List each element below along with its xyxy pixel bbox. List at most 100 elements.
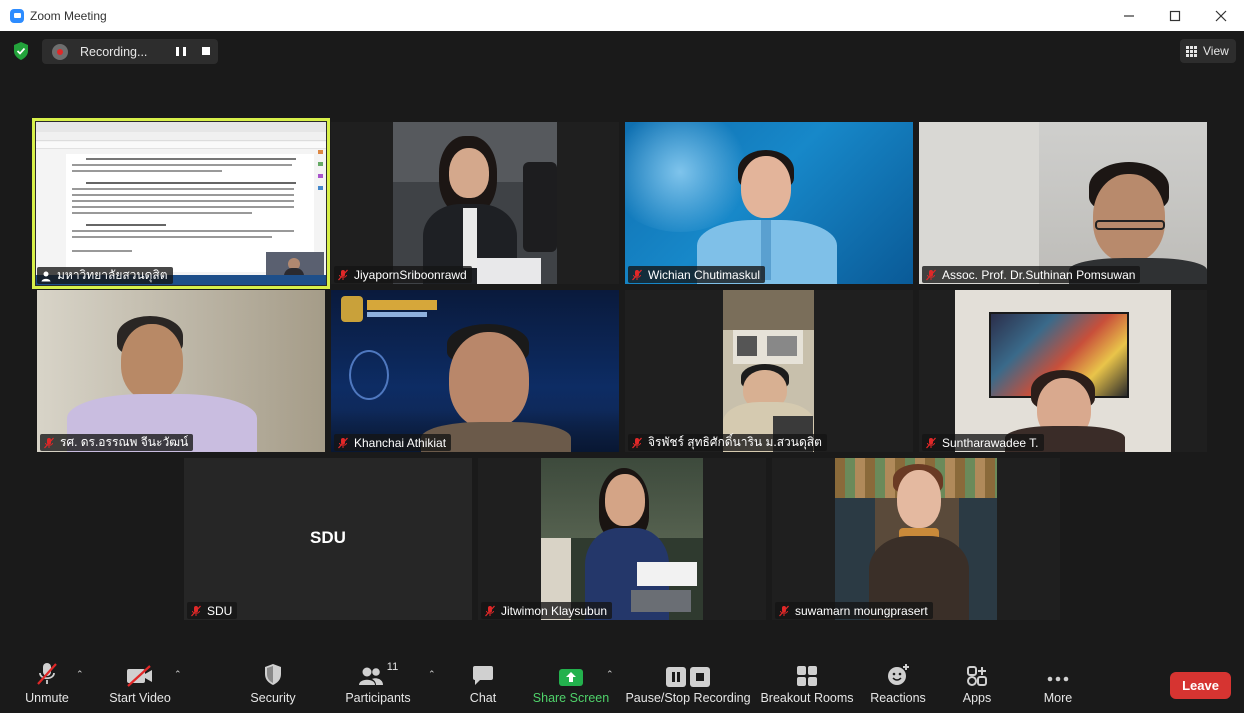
window-titlebar: Zoom Meeting <box>0 0 1244 31</box>
participant-video <box>37 290 325 452</box>
more-dots-icon <box>1047 676 1069 682</box>
participant-nameplate: Wichian Chutimaskul <box>628 266 766 283</box>
close-icon <box>1215 10 1227 21</box>
video-tile[interactable]: จิรพัชร์ สุทธิศักดิ์นาริน ม.สวนดุสิต <box>625 290 913 452</box>
video-tile[interactable]: Suntharawadee T. <box>919 290 1207 452</box>
video-tile[interactable]: รศ. ดร.อรรณพ จีนะวัฒน์ <box>37 290 325 452</box>
participant-name: รศ. ดร.อรรณพ จีนะวัฒน์ <box>60 435 189 449</box>
start-video-button[interactable]: Start Video <box>106 655 174 713</box>
muted-mic-icon <box>485 605 495 616</box>
participant-nameplate: Jitwimon Klaysubun <box>481 602 613 619</box>
leave-button[interactable]: Leave <box>1170 672 1231 699</box>
apps-button[interactable]: Apps <box>956 655 998 713</box>
pause-icon <box>666 667 686 687</box>
maximize-button[interactable] <box>1152 0 1198 31</box>
muted-mic-icon <box>926 437 936 448</box>
more-label: More <box>1043 691 1073 705</box>
participant-nameplate: Suntharawadee T. <box>922 434 1044 451</box>
chat-button[interactable]: Chat <box>462 655 504 713</box>
encryption-shield-icon[interactable] <box>12 41 30 61</box>
breakout-rooms-icon <box>797 666 817 686</box>
start-video-label: Start Video <box>109 691 171 705</box>
share-screen-button[interactable]: Share Screen <box>532 655 610 713</box>
participant-video <box>723 290 814 452</box>
security-button[interactable]: Security <box>246 655 300 713</box>
participant-name: Khanchai Athikiat <box>354 435 447 450</box>
participants-label: Participants <box>345 691 411 705</box>
video-tile[interactable]: Jitwimon Klaysubun <box>478 458 766 620</box>
video-options-caret[interactable]: ⌃ <box>174 669 182 680</box>
share-options-caret[interactable]: ⌃ <box>606 669 614 680</box>
participant-name: Suntharawadee T. <box>942 435 1039 450</box>
stop-icon <box>690 667 710 687</box>
window-title: Zoom Meeting <box>30 8 107 23</box>
security-shield-icon <box>265 664 281 685</box>
muted-mic-icon <box>779 605 789 616</box>
muted-mic-icon <box>926 269 936 280</box>
recording-dot-icon <box>52 43 68 60</box>
view-button[interactable]: View <box>1180 39 1236 63</box>
unmute-button[interactable]: Unmute <box>18 655 76 713</box>
share-screen-label: Share Screen <box>532 691 610 705</box>
close-window-button[interactable] <box>1198 0 1244 31</box>
participant-nameplate: Khanchai Athikiat <box>334 434 452 451</box>
video-tile[interactable]: Khanchai Athikiat <box>331 290 619 452</box>
reactions-smiley-icon <box>888 664 909 685</box>
video-off-display-name: SDU <box>310 528 346 547</box>
audio-options-caret[interactable]: ⌃ <box>76 669 84 680</box>
participants-count: 11 <box>386 661 399 673</box>
meeting-topbar: Recording... View <box>0 31 1244 71</box>
share-screen-icon <box>559 669 583 686</box>
participant-nameplate: suwamarn moungprasert <box>775 602 933 619</box>
pause-recording-button[interactable] <box>176 47 186 57</box>
pause-stop-recording-button[interactable]: Pause/Stop Recording <box>625 655 751 713</box>
participant-name: จิรพัชร์ สุทธิศักดิ์นาริน ม.สวนดุสิต <box>648 435 822 449</box>
minimize-button[interactable] <box>1106 0 1152 31</box>
participant-video <box>393 122 557 284</box>
participant-video <box>541 458 703 620</box>
participant-video <box>331 290 619 452</box>
shared-document-preview <box>36 122 326 285</box>
participant-name: suwamarn moungprasert <box>795 603 928 618</box>
video-tile[interactable]: JiyapornSriboonrawd <box>331 122 619 284</box>
chat-label: Chat <box>469 691 497 705</box>
video-tile[interactable]: Wichian Chutimaskul <box>625 122 913 284</box>
participant-nameplate: มหาวิทยาลัยสวนดุสิต <box>37 267 173 284</box>
window-controls <box>1106 0 1244 31</box>
participant-name: JiyapornSriboonrawd <box>354 267 467 282</box>
participant-video <box>835 458 997 620</box>
participant-name: Jitwimon Klaysubun <box>501 603 608 618</box>
stop-recording-button[interactable] <box>202 47 210 55</box>
reactions-button[interactable]: Reactions <box>868 655 928 713</box>
video-tile[interactable]: Assoc. Prof. Dr.Suthinan Pomsuwan <box>919 122 1207 284</box>
grid-view-icon <box>1186 45 1197 57</box>
participant-video <box>955 290 1171 452</box>
recording-label: Recording... <box>80 44 148 59</box>
participants-icon <box>358 667 383 685</box>
breakout-rooms-button[interactable]: Breakout Rooms <box>760 655 854 713</box>
participants-options-caret[interactable]: ⌃ <box>428 669 436 680</box>
muted-mic-icon <box>338 437 348 448</box>
muted-mic-icon <box>632 269 642 280</box>
meeting-toolbar: Unmute ⌃ Start Video ⌃ Security 11 Parti… <box>0 655 1244 713</box>
muted-mic-icon <box>338 269 348 280</box>
participant-nameplate: SDU <box>187 602 238 619</box>
minimize-icon <box>1124 14 1134 17</box>
video-tile[interactable]: มหาวิทยาลัยสวนดุสิต <box>32 118 330 289</box>
breakout-rooms-label: Breakout Rooms <box>760 691 854 705</box>
participant-nameplate: JiyapornSriboonrawd <box>334 266 472 283</box>
security-label: Security <box>250 691 296 705</box>
mic-muted-icon <box>37 663 57 685</box>
participant-name: SDU <box>207 603 233 618</box>
muted-mic-icon <box>44 437 54 448</box>
participants-button[interactable]: 11 Participants <box>344 655 412 713</box>
chat-bubble-icon <box>473 666 493 685</box>
more-button[interactable]: More <box>1036 655 1080 713</box>
video-tile[interactable]: SDU SDU <box>184 458 472 620</box>
video-off-icon <box>127 665 152 687</box>
participant-nameplate: รศ. ดร.อรรณพ จีนะวัฒน์ <box>40 434 194 451</box>
participant-video <box>625 122 913 284</box>
participant-video <box>919 122 1207 284</box>
video-tile[interactable]: suwamarn moungprasert <box>772 458 1060 620</box>
reactions-label: Reactions <box>870 691 926 705</box>
